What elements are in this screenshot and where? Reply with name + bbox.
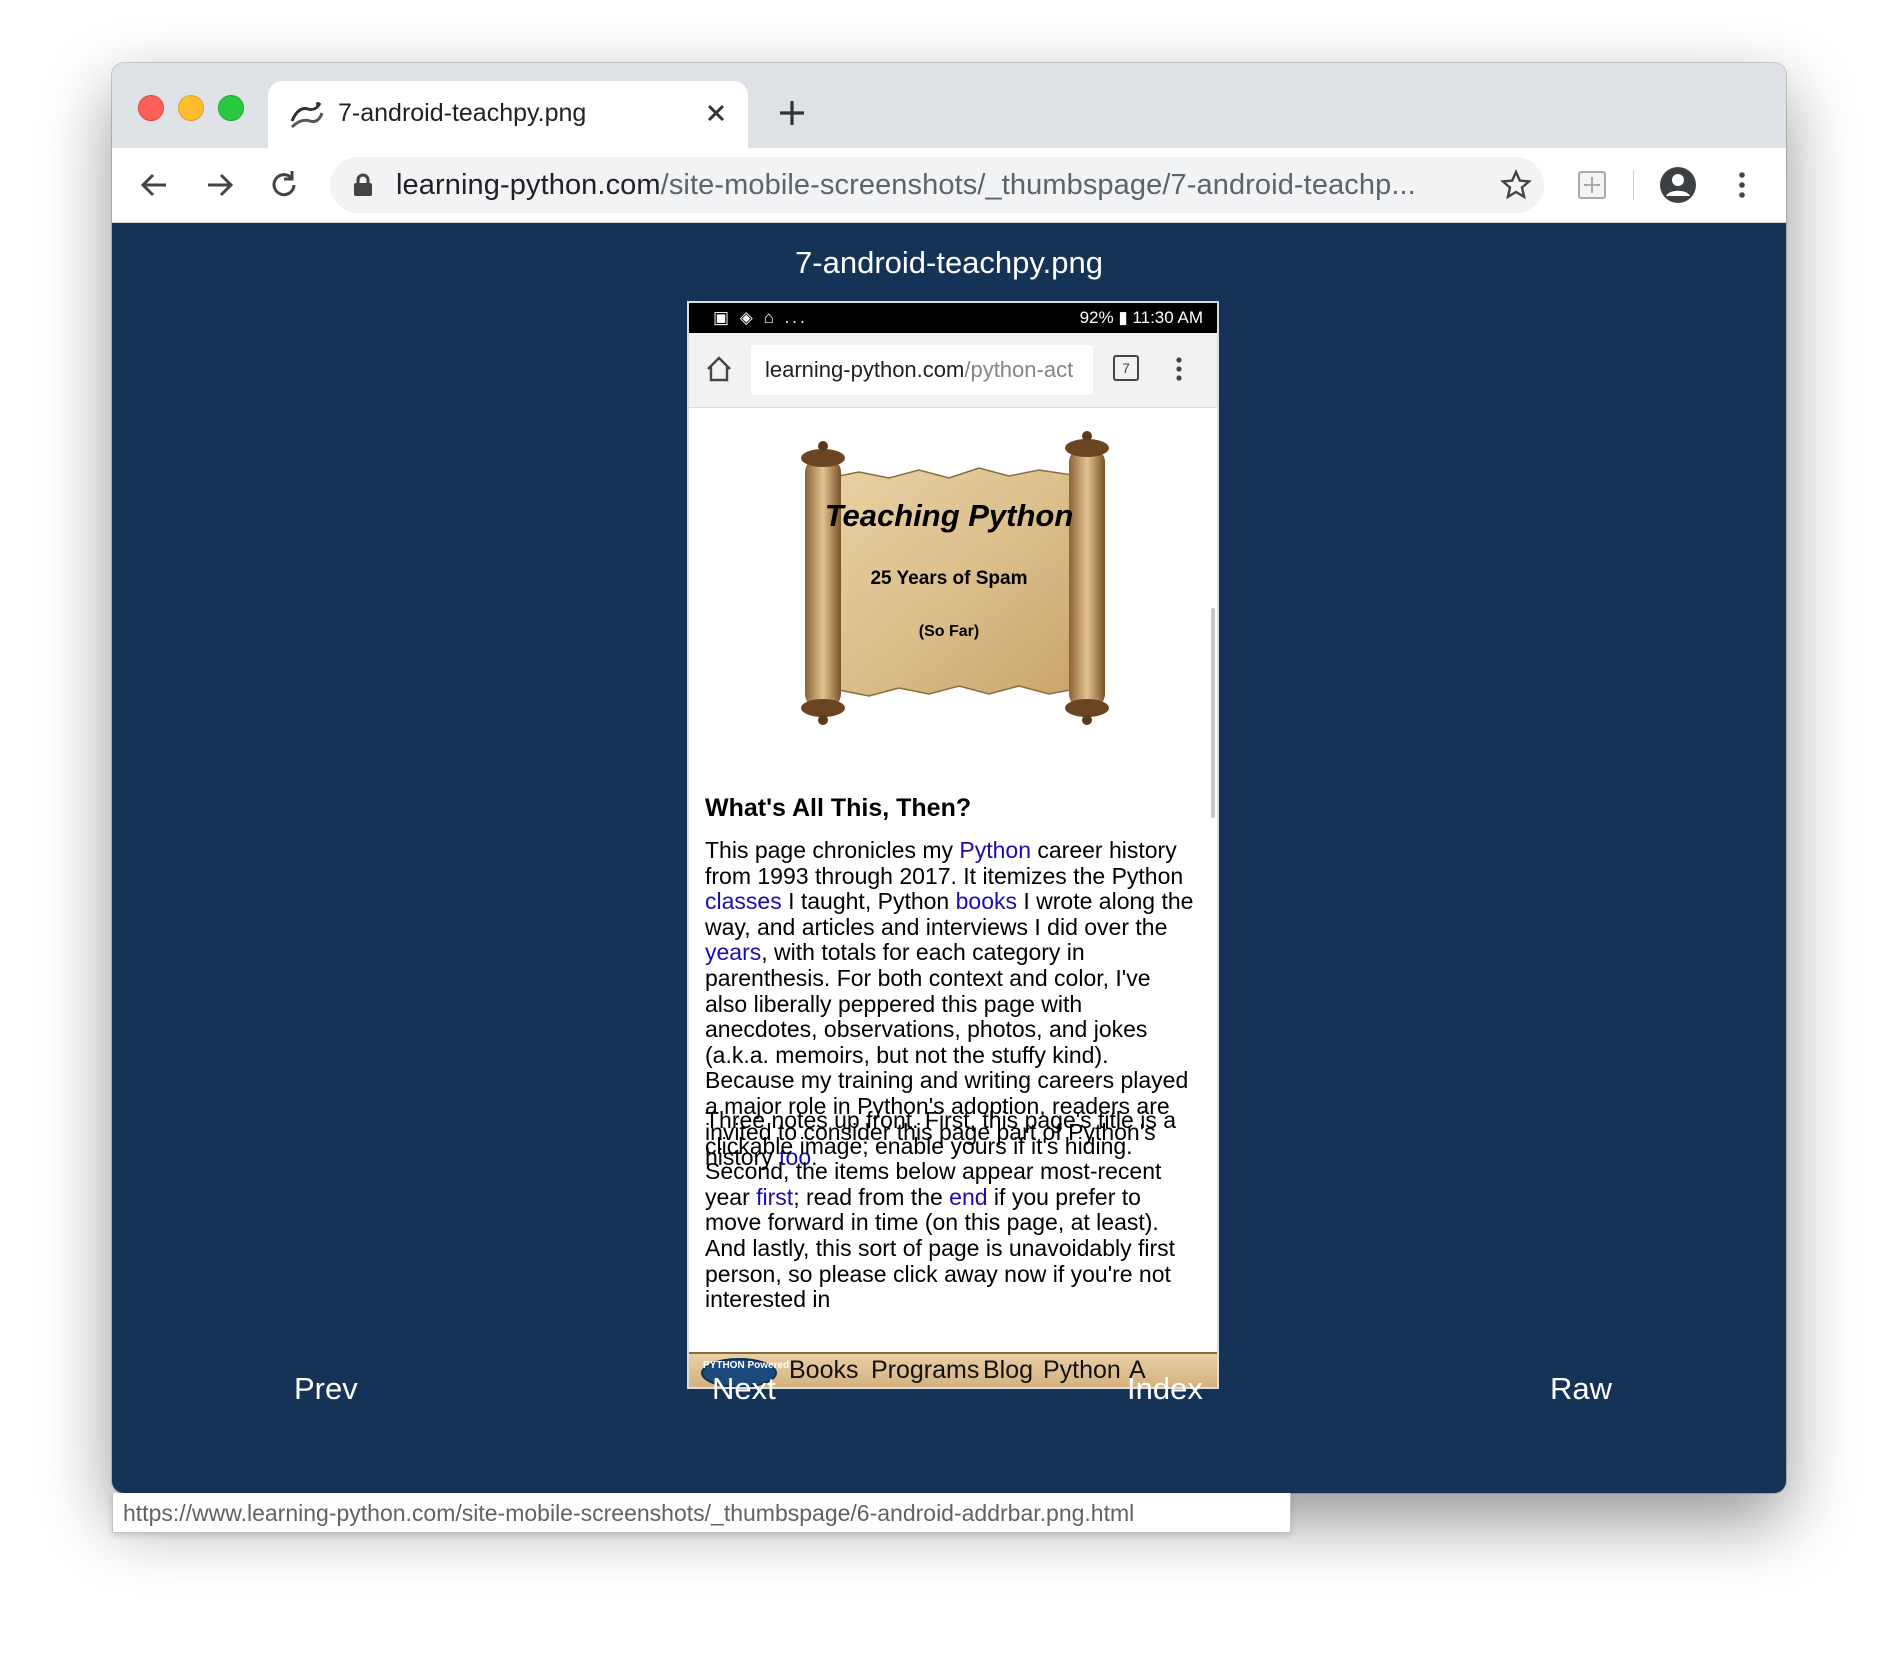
python-link[interactable]: Python bbox=[959, 837, 1031, 863]
url-host: learning-python.com bbox=[396, 169, 661, 201]
index-link[interactable]: Index bbox=[1127, 1371, 1203, 1407]
teaching-python-scroll-image[interactable]: Teaching Python 25 Years of Spam (So Far… bbox=[749, 418, 1149, 738]
home-icon[interactable] bbox=[703, 353, 735, 385]
tab-count-icon[interactable]: 7 bbox=[1113, 355, 1139, 381]
text-run: I taught, Python bbox=[781, 888, 956, 915]
back-arrow-icon[interactable] bbox=[134, 165, 174, 205]
active-tab[interactable]: 7-android-teachpy.png bbox=[268, 81, 748, 148]
toolbar-divider bbox=[1633, 170, 1634, 200]
mobile-page-body: Teaching Python 25 Years of Spam (So Far… bbox=[689, 408, 1217, 1352]
page-title: 7-android-teachpy.png bbox=[795, 245, 1103, 280]
mobile-url-host: learning-python.com bbox=[765, 357, 965, 382]
lock-icon bbox=[354, 173, 372, 196]
bookmark-star-icon[interactable] bbox=[1498, 167, 1534, 203]
address-url: learning-python.com/site-mobile-screensh… bbox=[396, 169, 1416, 202]
address-bar[interactable]: learning-python.com/site-mobile-screensh… bbox=[330, 157, 1544, 213]
text-run: This page chronicles my bbox=[705, 837, 960, 863]
close-window-button[interactable] bbox=[138, 95, 164, 121]
phone-status-bar: ▣ ◈ ⌂ ... 92% ▮ 11:30 AM bbox=[689, 303, 1217, 333]
url-path: /site-mobile-screenshots/_thumbspage/7-a… bbox=[660, 169, 1416, 201]
scroll-subtitle: 25 Years of Spam bbox=[870, 568, 1027, 589]
new-tab-icon[interactable] bbox=[774, 95, 810, 131]
section-heading: What's All This, Then? bbox=[705, 794, 972, 822]
years-link[interactable]: years bbox=[705, 939, 761, 966]
prev-link[interactable]: Prev bbox=[294, 1371, 358, 1407]
status-right-info: 92% ▮ 11:30 AM bbox=[1079, 308, 1203, 327]
minimize-window-button[interactable] bbox=[178, 95, 204, 121]
mobile-menu-icon[interactable] bbox=[1173, 353, 1185, 385]
mobile-url-path: /python-act bbox=[964, 357, 1074, 382]
footer-link-books[interactable]: Books bbox=[789, 1356, 858, 1385]
mobile-scrollbar[interactable] bbox=[1211, 608, 1215, 818]
python-logo-icon bbox=[290, 102, 324, 129]
tab-strip: 7-android-teachpy.png bbox=[112, 63, 1786, 148]
raw-link[interactable]: Raw bbox=[1550, 1371, 1612, 1407]
browser-menu-icon[interactable] bbox=[1722, 165, 1762, 205]
forward-arrow-icon[interactable] bbox=[200, 165, 240, 205]
next-link[interactable]: Next bbox=[712, 1371, 776, 1407]
books-link[interactable]: books bbox=[956, 888, 1017, 914]
scroll-title: Teaching Python bbox=[825, 498, 1074, 533]
footer-link-blog[interactable]: Blog bbox=[983, 1356, 1033, 1385]
reload-icon[interactable] bbox=[264, 165, 304, 205]
close-tab-icon[interactable] bbox=[698, 95, 734, 131]
end-link[interactable]: end bbox=[949, 1184, 987, 1210]
first-link[interactable]: first bbox=[756, 1184, 793, 1210]
classes-link[interactable]: classes bbox=[705, 888, 782, 914]
text-run: ; read from the bbox=[793, 1183, 950, 1210]
status-left-icons: ▣ ◈ ⌂ ... bbox=[713, 308, 808, 327]
profile-avatar-icon[interactable] bbox=[1658, 165, 1698, 205]
browser-window: 7-android-teachpy.png learning-python.co… bbox=[112, 63, 1786, 1493]
footer-link-programs[interactable]: Programs bbox=[871, 1356, 979, 1385]
browser-toolbar: learning-python.com/site-mobile-screensh… bbox=[112, 148, 1786, 223]
extension-icon[interactable] bbox=[1572, 165, 1612, 205]
page-content: 7-android-teachpy.png ▣ ◈ ⌂ ... 92% ▮ 11… bbox=[112, 223, 1786, 1493]
scroll-note: (So Far) bbox=[919, 623, 979, 640]
maximize-window-button[interactable] bbox=[218, 95, 244, 121]
tab-title: 7-android-teachpy.png bbox=[338, 99, 587, 127]
notes-paragraph: Three notes up front. First, this page's… bbox=[705, 1107, 1197, 1313]
mobile-browser-toolbar: learning-python.com/python-act 7 bbox=[689, 333, 1217, 408]
link-status-bubble: https://www.learning-python.com/site-mob… bbox=[112, 1493, 1291, 1533]
footer-link-python[interactable]: Python bbox=[1043, 1356, 1121, 1385]
mobile-address-bar[interactable]: learning-python.com/python-act bbox=[751, 345, 1093, 395]
android-screenshot[interactable]: ▣ ◈ ⌂ ... 92% ▮ 11:30 AM learning-python… bbox=[687, 301, 1219, 1389]
